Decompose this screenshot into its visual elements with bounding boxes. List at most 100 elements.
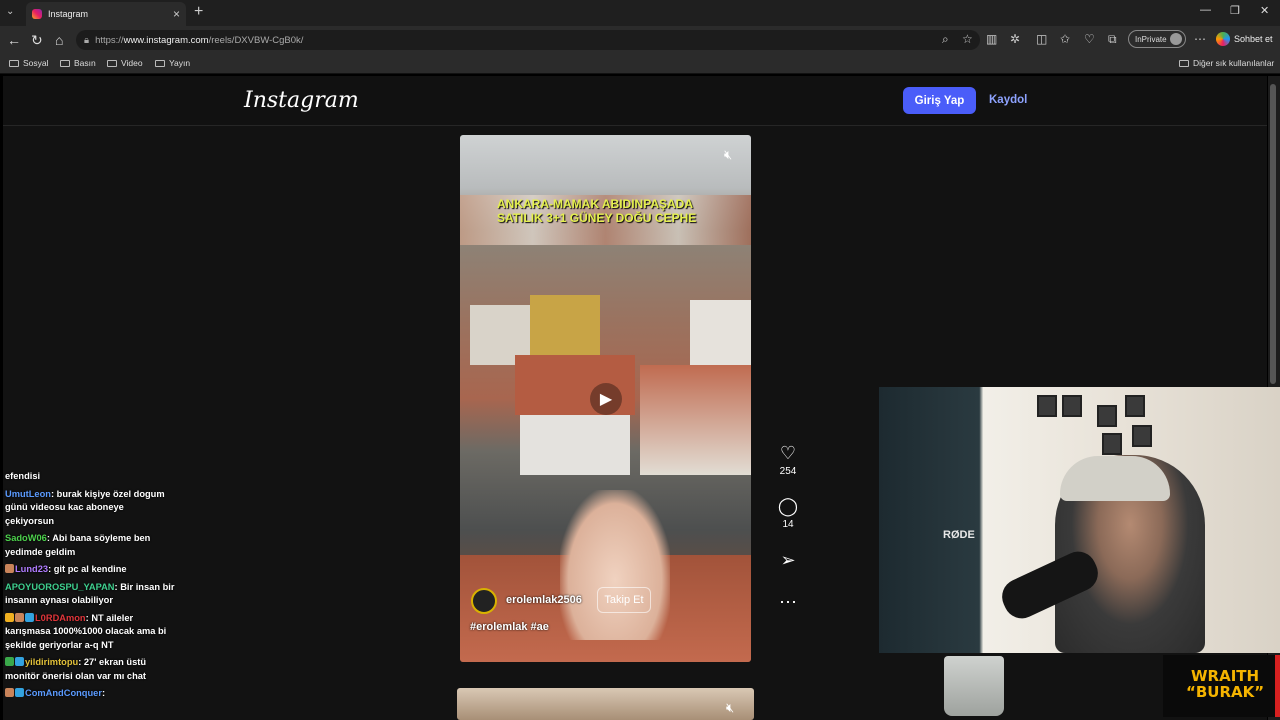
chat-message: ComAndConquer: [5, 687, 175, 701]
close-tab-icon[interactable]: × [173, 7, 180, 21]
chat-username: ComAndConquer [25, 688, 102, 698]
next-reel-preview[interactable] [457, 688, 754, 720]
chat-text: efendisi [5, 471, 41, 481]
bookmark-folder-yayin[interactable]: Yayın [155, 58, 190, 68]
more-dots-icon: ⋯ [779, 592, 797, 612]
chat-message: yildirimtopu: 27' ekran üstü monitör öne… [5, 657, 147, 681]
share-button[interactable]: ➢ [776, 550, 800, 571]
home-icon[interactable]: ⌂ [55, 32, 63, 48]
chat-badge-icon [5, 564, 14, 573]
close-window-icon[interactable]: ✕ [1260, 4, 1269, 17]
chat-message: efendisi [5, 470, 175, 484]
more-menu-icon[interactable]: ⋯ [1194, 32, 1206, 46]
tab-title: Instagram [48, 9, 89, 19]
author-avatar[interactable] [471, 588, 497, 614]
chat-text: git pc al kendine [53, 564, 127, 574]
chat-username: yildirimtopu [25, 657, 79, 667]
wall-frame [1037, 395, 1057, 417]
mute-icon[interactable]: 🔇︎ [726, 700, 734, 716]
chat-badge-icon [5, 612, 14, 622]
screenshot-icon[interactable]: ⧉ [1108, 32, 1117, 47]
address-bar[interactable]: 🔒︎ https://www.instagram.com/reels/DXVBW… [76, 30, 980, 50]
video-building [520, 415, 630, 475]
folder-icon [60, 59, 70, 67]
author-username[interactable]: erolemlak2506 [506, 594, 582, 606]
bookmarks-bar: Sosyal Basın Video Yayın Diğer sık kulla… [0, 54, 1280, 74]
video-building [640, 365, 751, 475]
like-count: 254 [779, 466, 797, 477]
chat-message: Lund23: git pc al kendine [5, 563, 175, 577]
scrollbar-thumb[interactable] [1270, 84, 1276, 384]
folder-icon [155, 59, 165, 67]
folder-icon [107, 59, 117, 67]
copilot-button[interactable]: Sohbet et [1216, 32, 1273, 46]
reel-caption-overlay: ANKARA-MAMAK ABIDINPAŞADA SATILIK 3+1 GÜ… [497, 197, 697, 225]
instagram-logo[interactable]: Instagram [244, 88, 359, 113]
follow-button[interactable]: Takip Et [597, 587, 651, 613]
chat-username: L0RDAmon [35, 612, 86, 623]
folder-icon [9, 59, 19, 67]
wall-frame [1062, 395, 1082, 417]
send-icon: ➢ [780, 550, 796, 570]
bookmark-folder-basin[interactable]: Basın [60, 58, 96, 68]
chat-message: L0RDAmon: NT aileler karışmasa 1000%1000… [5, 612, 167, 650]
favorite-star-icon[interactable]: ☆ [962, 32, 973, 46]
login-button[interactable]: Giriş Yap [903, 87, 976, 114]
url-text: https://www.instagram.com/reels/DXVBW-Cg… [95, 34, 304, 46]
extension-icon[interactable]: ▥ [986, 32, 997, 46]
stream-chat: efendisi UmutLeon: burak kişiye özel dogu… [5, 470, 175, 705]
mute-icon[interactable]: 🔇︎ [724, 147, 732, 163]
zoom-icon[interactable]: ⌕ [942, 32, 949, 47]
wall-frame [1102, 433, 1122, 455]
instagram-header [3, 76, 1267, 126]
bookmark-folder-sosyal[interactable]: Sosyal [9, 58, 49, 68]
chat-username: APOYUOROSPU_YAPAN [5, 581, 115, 592]
reel-hashtags[interactable]: #erolemlak #ae [470, 621, 549, 633]
restore-icon[interactable]: ❐ [1230, 4, 1240, 17]
chat-badge-icon [5, 657, 14, 666]
video-building [530, 295, 600, 355]
chat-message: APOYUOROSPU_YAPAN: Bir insan bir insanın… [5, 581, 175, 606]
new-tab-button[interactable]: + [194, 3, 203, 21]
wall-frame [1097, 405, 1117, 427]
chat-message: SadoW06: Abi bana söyleme ben yedimde ge… [5, 533, 151, 557]
chat-username: SadoW06 [5, 533, 47, 543]
bookmark-folder-video[interactable]: Video [107, 58, 143, 68]
more-options-button[interactable]: ⋯ [776, 592, 800, 613]
comment-bubble-icon: ◯ [777, 496, 799, 516]
minimize-icon[interactable]: — [1200, 4, 1211, 16]
copilot-icon [1216, 32, 1230, 46]
streamer-cap [1060, 456, 1170, 501]
chat-badge-icon [25, 612, 34, 622]
signup-link[interactable]: Kaydol [989, 94, 1027, 106]
heart-icon: ♡ [779, 443, 797, 463]
chat-username: UmutLeon [5, 488, 51, 499]
wall-frame [1132, 425, 1152, 447]
puzzle-icon[interactable]: ✲ [1010, 32, 1020, 46]
favorites-icon[interactable]: ✩ [1060, 32, 1070, 46]
browser-tab[interactable]: Instagram × [26, 2, 186, 26]
inprivate-badge[interactable]: InPrivate [1128, 30, 1186, 48]
folder-icon [1179, 59, 1189, 67]
chat-badge-icon [5, 688, 14, 697]
mic-brand-label: RØDE [943, 529, 975, 541]
video-hand [560, 490, 670, 640]
play-icon[interactable]: ▶ [590, 383, 622, 415]
chat-badge-icon [15, 612, 24, 622]
red-accent-bar [1275, 655, 1280, 717]
heart-pulse-icon[interactable]: ♡ [1084, 32, 1095, 46]
split-screen-icon[interactable]: ◫ [1036, 32, 1047, 46]
tab-actions-menu[interactable]: ⌄ [6, 6, 14, 17]
comment-button[interactable]: ◯ 14 [776, 496, 800, 530]
wall-frame [1125, 395, 1145, 417]
chat-message: UmutLeon: burak kişiye özel dogum günü v… [5, 488, 165, 526]
lock-icon: 🔒︎ [84, 34, 90, 46]
back-icon[interactable]: ← [7, 32, 21, 48]
chat-badge-icon [15, 657, 24, 666]
chat-username: Lund23 [15, 564, 49, 574]
refresh-icon[interactable]: ↻ [31, 32, 43, 49]
browser-toolbar: ← ↻ ⌂ 🔒︎ https://www.instagram.com/reels… [0, 26, 1280, 54]
other-bookmarks[interactable]: Diğer sık kullanılanlar [1179, 58, 1274, 68]
like-button[interactable]: ♡ 254 [776, 443, 800, 477]
tab-bar [0, 0, 1280, 26]
